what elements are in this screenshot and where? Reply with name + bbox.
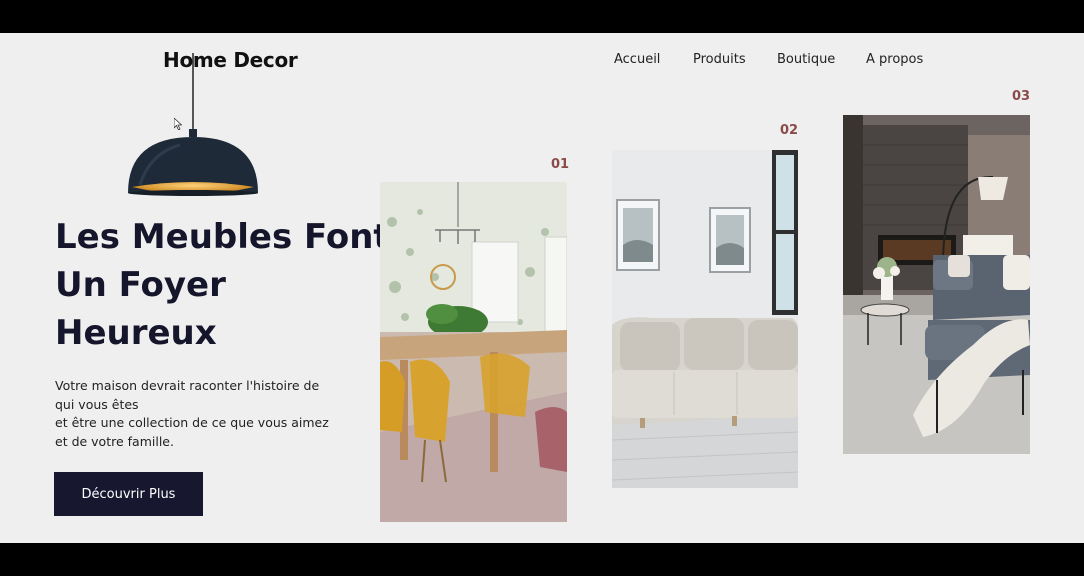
gallery-number-02: 02: [780, 123, 799, 138]
gallery-number-01: 01: [551, 157, 570, 172]
gallery-number-03: 03: [1012, 89, 1031, 104]
bottom-letterbox-bar: [0, 543, 1084, 576]
hero-description-line: Votre maison devrait raconter l'histoire…: [55, 378, 320, 393]
mouse-cursor-icon: [173, 115, 183, 131]
living-room-sofa-photo[interactable]: [612, 150, 798, 488]
nav-item-accueil[interactable]: Accueil: [614, 52, 660, 67]
pendant-lamp-icon: [120, 53, 270, 203]
hero-title-line: Heureux: [55, 313, 217, 353]
dining-room-photo[interactable]: [380, 182, 567, 522]
hero-title: Les Meubles Font Un Foyer Heureux: [55, 213, 395, 357]
top-letterbox-bar: [0, 0, 1084, 33]
hero-title-line: Un Foyer: [55, 265, 226, 305]
hero-description-line: et être une collection de ce que vous ai…: [55, 415, 329, 430]
hero-description-line: qui vous êtes: [55, 396, 139, 412]
hero-title-line: Les Meubles Font: [55, 217, 390, 257]
lounge-fireplace-photo[interactable]: [843, 115, 1030, 454]
discover-more-button[interactable]: Découvrir Plus: [54, 472, 203, 516]
nav-item-a-propos[interactable]: A propos: [866, 52, 923, 67]
landing-page: Home Decor Accueil Produits Boutique A p…: [0, 33, 1084, 543]
nav-item-produits[interactable]: Produits: [693, 52, 746, 67]
hero-description: Votre maison devrait raconter l'histoire…: [55, 377, 345, 451]
nav-item-boutique[interactable]: Boutique: [777, 52, 835, 67]
hero-description-line: et de votre famille.: [55, 433, 174, 449]
